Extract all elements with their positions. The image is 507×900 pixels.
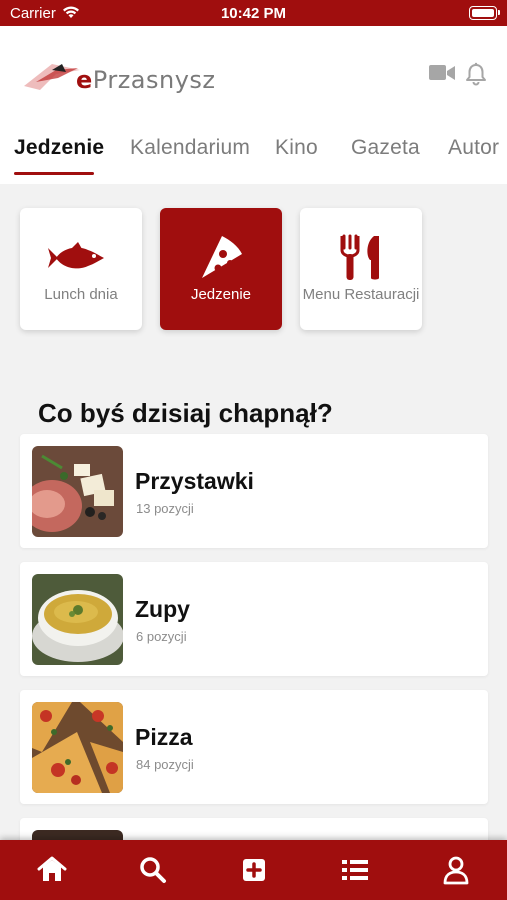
battery-icon — [469, 6, 500, 20]
app-logo[interactable]: ePrzasnysz — [22, 56, 215, 96]
pizza-image — [32, 702, 123, 793]
menu-item-count: 13 pozycji — [136, 501, 194, 516]
menu-item-count: 6 pozycji — [136, 629, 187, 644]
bottom-nav — [0, 840, 507, 900]
logo-bird-icon — [24, 64, 80, 90]
menu-item-name: Pizza — [135, 724, 193, 750]
category-label: Lunch dnia — [44, 286, 118, 303]
list-icon[interactable] — [339, 854, 371, 886]
appetizer-platter-image — [32, 446, 123, 537]
menu-item-name: Przystawki — [135, 468, 254, 494]
fish-icon — [20, 234, 142, 282]
app-header: ePrzasnysz Jedzenie Kalendarium Kino Gaz… — [0, 26, 507, 184]
search-icon[interactable] — [137, 854, 169, 886]
top-tabs: Jedzenie Kalendarium Kino Gazeta Autor — [0, 132, 507, 178]
tab-kalendarium[interactable]: Kalendarium — [130, 136, 250, 160]
section-title: Co byś dzisiaj chapnął? — [38, 398, 333, 428]
clock: 10:42 PM — [220, 5, 287, 22]
menu-item-name: Zupy — [135, 596, 190, 622]
category-menu-restauracji[interactable]: Menu Restauracji — [300, 208, 422, 330]
pizza-slice-icon — [160, 234, 282, 282]
home-icon[interactable] — [36, 854, 68, 886]
category-label: Jedzenie — [190, 286, 252, 303]
user-icon[interactable] — [440, 854, 472, 886]
fork-knife-icon — [300, 234, 422, 282]
menu-item-zupy[interactable]: Zupy 6 pozycji — [20, 562, 488, 676]
category-lunch-dnia[interactable]: Lunch dnia — [20, 208, 142, 330]
category-label: Menu Restauracji — [302, 286, 420, 303]
bell-icon[interactable] — [465, 62, 487, 91]
status-bar: Carrier 10:42 PM — [0, 0, 507, 26]
tab-gazeta[interactable]: Gazeta — [351, 136, 420, 160]
tab-autor[interactable]: Autor — [448, 136, 499, 160]
tab-jedzenie[interactable]: Jedzenie — [14, 136, 104, 160]
menu-item-przystawki[interactable]: Przystawki 13 pozycji — [20, 434, 488, 548]
category-jedzenie[interactable]: Jedzenie — [160, 208, 282, 330]
menu-item-count: 84 pozycji — [136, 757, 194, 772]
video-camera-icon[interactable] — [428, 62, 456, 89]
active-tab-indicator — [14, 172, 94, 175]
plus-square-icon[interactable] — [238, 854, 270, 886]
soup-bowl-image — [32, 574, 123, 665]
tab-kino[interactable]: Kino — [275, 136, 318, 160]
menu-item-pizza[interactable]: Pizza 84 pozycji — [20, 690, 488, 804]
logo-text: ePrzasnysz — [76, 66, 216, 94]
